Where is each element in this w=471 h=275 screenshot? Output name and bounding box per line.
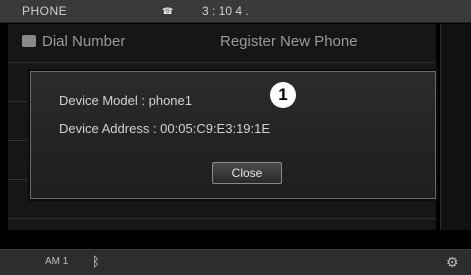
device-info-dialog: Device Model : phone1 1 Device Address :… (30, 71, 436, 199)
register-new-phone-item[interactable]: Register New Phone (220, 33, 358, 50)
bluetooth-icon: ᛒ (92, 254, 100, 269)
device-address-value: : 00:05:C9:E3:19:1E (152, 121, 271, 136)
dial-number-item[interactable]: Dial Number (22, 33, 125, 50)
device-model-label: Device Model (59, 93, 138, 108)
menu-row: Dial Number Register New Phone (8, 24, 436, 63)
screen-title: PHONE (22, 4, 68, 18)
bottom-bar: AM 1 ᛒ ⚙ (0, 249, 471, 275)
dialpad-icon (22, 35, 36, 47)
settings-icon[interactable]: ⚙ (446, 254, 459, 271)
status-bar: PHONE ☎ 3 : 10 4 . (0, 0, 471, 23)
radio-band: AM 1 (45, 256, 69, 267)
side-panel (440, 24, 471, 230)
close-button[interactable]: Close (212, 162, 282, 184)
register-new-phone-label: Register New Phone (220, 33, 358, 50)
dial-number-label: Dial Number (42, 33, 126, 50)
device-model-value: : phone1 (141, 93, 192, 108)
phone-icon: ☎ (162, 6, 174, 16)
device-address-row: Device Address : 00:05:C9:E3:19:1E (59, 121, 270, 136)
clock: 3 : 10 4 . (202, 4, 249, 18)
callout-badge: 1 (270, 82, 296, 108)
device-address-label: Device Address (59, 121, 150, 136)
device-model-row: Device Model : phone1 (59, 93, 192, 108)
